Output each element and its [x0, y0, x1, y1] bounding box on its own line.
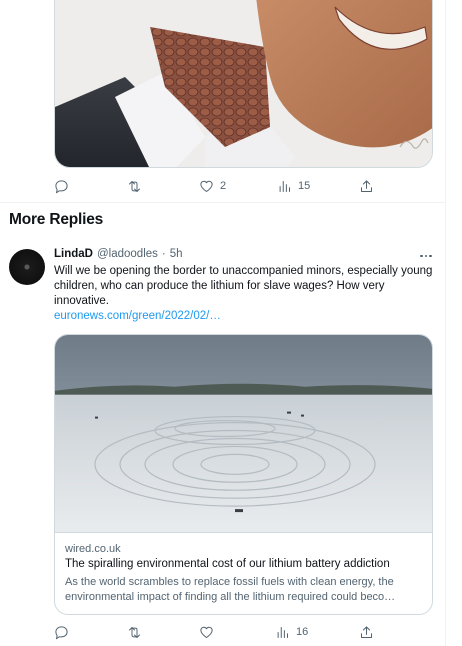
- previous-tweet-media[interactable]: [54, 0, 433, 168]
- separator: ·: [161, 248, 166, 260]
- timeline-right-border: [445, 0, 446, 646]
- reply-button[interactable]: [54, 176, 75, 196]
- handle[interactable]: @ladoodles: [97, 248, 158, 260]
- reply-actions: 16: [54, 622, 434, 642]
- card-description-line: As the world scrambles to replace fossil…: [65, 576, 394, 588]
- views-count: 16: [296, 626, 309, 638]
- more-icon-dot: [420, 254, 423, 258]
- section-divider: [0, 202, 446, 203]
- card-title: The spiralling environmental cost of our…: [65, 558, 390, 570]
- reply-icon: [55, 179, 68, 193]
- retweet-button[interactable]: [127, 176, 148, 196]
- views-icon: [279, 180, 290, 192]
- card-description: As the world scrambles to replace fossil…: [65, 575, 417, 605]
- views-icon: [277, 626, 288, 638]
- share-icon: [361, 179, 372, 192]
- link-preview-card[interactable]: wired.co.uk The spiralling environmental…: [54, 334, 433, 615]
- timestamp[interactable]: 5h: [170, 248, 183, 260]
- card-domain: wired.co.uk: [65, 543, 121, 555]
- retweet-icon: [129, 626, 140, 638]
- share-button[interactable]: [359, 176, 374, 196]
- reply-icon: [55, 625, 68, 639]
- views-count: 15: [298, 180, 311, 192]
- share-icon: [361, 625, 372, 638]
- more-replies-heading: More Replies: [9, 211, 104, 228]
- like-count: 2: [220, 180, 227, 192]
- heart-icon: [200, 626, 213, 638]
- like-button[interactable]: [199, 622, 220, 642]
- retweet-icon: [129, 180, 140, 192]
- views-button[interactable]: 15: [277, 176, 310, 196]
- display-name[interactable]: LindaD: [54, 248, 93, 260]
- card-description-line: environmental impact of finding all the …: [65, 591, 396, 603]
- more-icon-dot: [424, 254, 428, 258]
- reply-button[interactable]: [54, 622, 75, 642]
- like-button[interactable]: 2: [199, 176, 226, 196]
- reply-header: LindaD @ladoodles · 5h: [54, 248, 183, 260]
- previous-tweet-actions: 2 15: [54, 176, 434, 196]
- reply-text: Will we be opening the border to unaccom…: [54, 265, 433, 307]
- reply-link[interactable]: euronews.com/green/2022/02/…: [54, 309, 221, 324]
- link-preview-image: [55, 335, 432, 533]
- more-icon-dot: [429, 254, 432, 258]
- heart-icon: [200, 180, 213, 192]
- avatar[interactable]: [9, 249, 45, 285]
- portrait-photo: [55, 0, 432, 167]
- views-button[interactable]: 16: [275, 622, 308, 642]
- share-button[interactable]: [359, 622, 374, 642]
- retweet-button[interactable]: [127, 622, 148, 642]
- more-options-button[interactable]: [417, 250, 435, 262]
